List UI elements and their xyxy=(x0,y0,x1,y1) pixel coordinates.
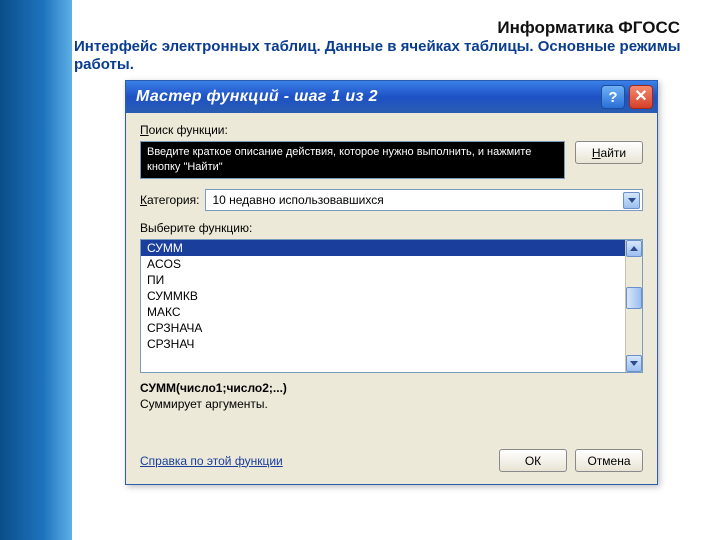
help-link[interactable]: Справка по этой функции xyxy=(140,454,499,468)
slide-subtitle: Интерфейс электронных таблиц. Данные в я… xyxy=(74,38,690,74)
slide-header: Информатика ФГОСС xyxy=(497,18,680,38)
list-item[interactable]: МАКС xyxy=(141,304,625,320)
search-input[interactable]: Введите краткое описание действия, котор… xyxy=(140,141,565,179)
window-title: Мастер функций - шаг 1 из 2 xyxy=(136,88,597,106)
dialog-body: Поиск функции: Введите краткое описание … xyxy=(126,113,657,415)
ok-button[interactable]: ОК xyxy=(499,449,567,472)
list-item[interactable]: СРЗНАЧА xyxy=(141,320,625,336)
function-signature: СУММ(число1;число2;...) xyxy=(140,381,643,395)
dialog-footer: Справка по этой функции ОК Отмена xyxy=(126,441,657,484)
function-description: Суммирует аргументы. xyxy=(140,397,643,411)
titlebar[interactable]: Мастер функций - шаг 1 из 2 ? ✕ xyxy=(126,81,657,113)
search-label: Поиск функции: xyxy=(140,123,643,137)
scroll-thumb[interactable] xyxy=(626,287,642,309)
scroll-down-icon[interactable] xyxy=(626,355,642,372)
scroll-track[interactable] xyxy=(626,257,642,355)
scroll-up-icon[interactable] xyxy=(626,240,642,257)
chevron-down-icon[interactable] xyxy=(623,192,640,209)
close-icon[interactable]: ✕ xyxy=(629,85,653,109)
cancel-button[interactable]: Отмена xyxy=(575,449,643,472)
select-function-label: Выберите функцию: xyxy=(140,221,643,235)
slide-accent-band xyxy=(0,0,72,540)
help-icon[interactable]: ? xyxy=(601,85,625,109)
list-item[interactable]: ACOS xyxy=(141,256,625,272)
list-item[interactable]: СРЗНАЧ xyxy=(141,336,625,352)
function-listbox[interactable]: СУММACOSПИСУММКВМАКССРЗНАЧАСРЗНАЧ xyxy=(140,239,643,373)
category-value: 10 недавно использовавшихся xyxy=(212,193,383,207)
function-wizard-dialog: Мастер функций - шаг 1 из 2 ? ✕ Поиск фу… xyxy=(125,80,658,485)
list-item[interactable]: СУММКВ xyxy=(141,288,625,304)
category-select[interactable]: 10 недавно использовавшихся xyxy=(205,189,643,211)
category-label: Категория: xyxy=(140,193,199,207)
list-item[interactable]: ПИ xyxy=(141,272,625,288)
list-item[interactable]: СУММ xyxy=(141,240,625,256)
scrollbar[interactable] xyxy=(625,240,642,372)
find-button[interactable]: Найти xyxy=(575,141,643,164)
